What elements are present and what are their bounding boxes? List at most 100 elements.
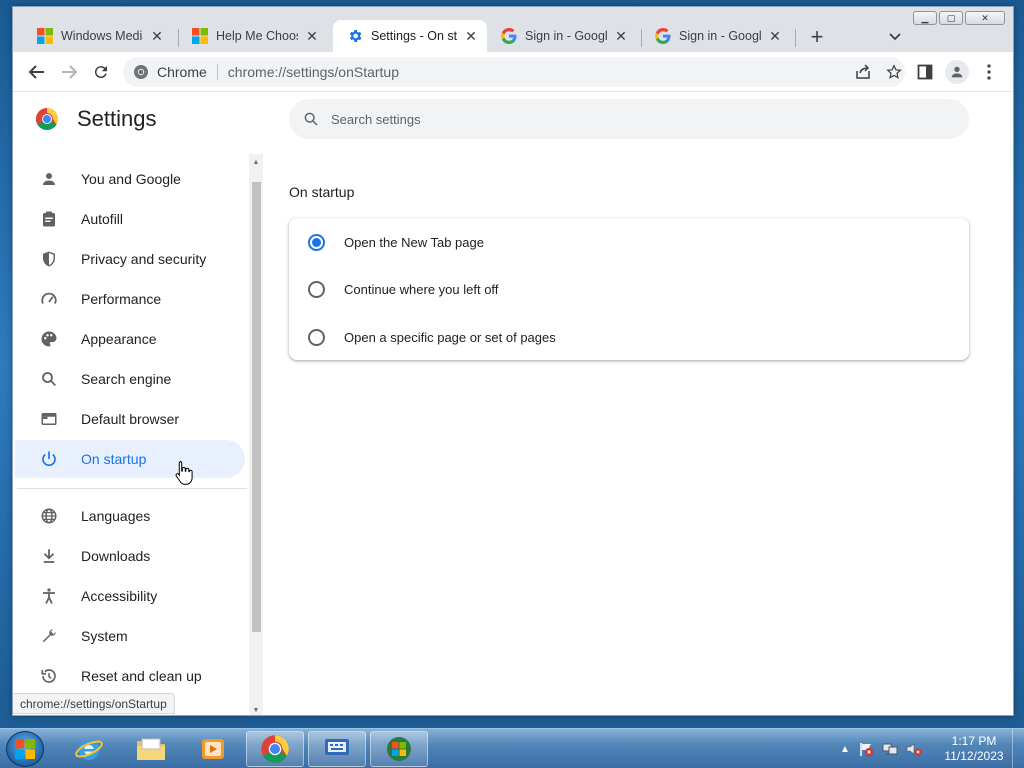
taskbar-clock[interactable]: 1:17 PM 11/12/2023 [936,734,1012,764]
sidebar-item-search-engine[interactable]: Search engine [15,360,245,398]
tab-help-me-choose[interactable]: Help Me Choose ✕ [178,20,328,52]
tab-sign-in-google-1[interactable]: Sign in - Google ✕ [487,20,637,52]
close-icon[interactable]: ✕ [304,28,320,44]
scroll-up-arrow[interactable]: ▲ [249,156,263,168]
tray-expand-icon[interactable]: ▲ [840,744,850,755]
windows-logo-icon [37,28,53,44]
sidebar-item-downloads[interactable]: Downloads [15,537,245,575]
tab-divider [795,29,796,47]
download-icon [39,546,59,566]
media-player-icon [202,739,224,759]
gear-icon [349,30,362,42]
sidebar-item-appearance[interactable]: Appearance [15,320,245,358]
sidebar-item-autofill[interactable]: Autofill [15,200,245,238]
sidebar-item-on-startup[interactable]: On startup [15,440,245,478]
share-icon [856,64,870,79]
person-icon [39,169,59,189]
page-title: Settings [77,106,157,131]
wrench-icon [39,626,59,646]
search-input[interactable] [331,111,911,127]
taskbar-windows-app[interactable] [370,731,428,767]
sidebar-item-privacy[interactable]: Privacy and security [15,240,245,278]
option-continue[interactable]: Continue where you left off [289,265,969,313]
taskbar-internet-explorer[interactable] [60,731,118,767]
sidebar-scrollbar[interactable]: ▲ ▼ [249,154,263,715]
close-window-button[interactable]: ✕ [965,11,1005,25]
keyboard-icon [325,739,349,755]
sidebar-item-label: Reset and clean up [81,668,202,684]
tab-search-button[interactable] [885,27,905,47]
taskbar-file-explorer[interactable] [122,731,180,767]
folder-icon [137,738,165,760]
chevron-down-icon [889,33,901,41]
tab-windows-media[interactable]: Windows Media ✕ [23,20,173,52]
shield-icon [39,249,59,269]
sidebar-item-label: Performance [81,291,162,307]
radio-button[interactable] [308,280,325,298]
side-panel-icon [917,64,933,80]
sidebar-item-label: Languages [81,508,151,524]
address-bar[interactable]: Chrome chrome://settings/onStartup [123,57,905,87]
sidebar-item-label: Search engine [81,371,172,387]
sidebar-item-accessibility[interactable]: Accessibility [15,577,245,615]
taskbar-on-screen-keyboard[interactable] [308,731,366,767]
sidebar-item-performance[interactable]: Performance [15,280,245,318]
startup-options-card: Open the New Tab page Continue where you… [289,218,969,360]
new-tab-button[interactable]: + [805,24,829,49]
search-box[interactable] [289,99,969,139]
sidebar-item-label: You and Google [81,171,181,187]
settings-page: Settings You and Google Autofill Privacy… [13,92,1013,715]
volume-muted-icon[interactable] [906,741,922,757]
option-specific-pages[interactable]: Open a specific page or set of pages [289,313,969,361]
bookmark-button[interactable] [885,63,903,81]
tab-title: Help Me Choose [216,29,298,43]
person-icon [951,66,963,78]
forward-button[interactable] [57,60,81,84]
taskbar-chrome[interactable] [246,731,304,767]
omnibox-divider [216,64,218,80]
side-panel-button[interactable] [913,60,937,84]
tab-settings[interactable]: Settings - On sta ✕ [333,20,487,52]
reload-button[interactable] [89,60,113,84]
sidebar-item-system[interactable]: System [15,617,245,655]
sidebar-item-label: Appearance [81,331,157,347]
close-icon[interactable]: ✕ [463,28,479,44]
close-icon[interactable]: ✕ [613,28,629,44]
menu-button[interactable] [977,60,1001,84]
share-button[interactable] [854,63,872,81]
action-center-flag-icon[interactable] [858,741,874,757]
taskbar-media-player[interactable] [184,731,242,767]
option-new-tab[interactable]: Open the New Tab page [289,218,969,266]
sidebar-item-default-browser[interactable]: Default browser [15,400,245,438]
tab-title: Settings - On sta [371,29,457,43]
sidebar-item-languages[interactable]: Languages [15,497,245,535]
radio-button[interactable] [308,328,325,346]
close-icon[interactable]: ✕ [767,28,783,44]
history-icon [39,666,59,686]
more-vertical-icon [987,64,991,80]
minimize-button[interactable]: ▁ [913,11,937,25]
status-bubble: chrome://settings/onStartup [13,693,175,714]
sidebar-item-you-and-google[interactable]: You and Google [15,160,245,198]
show-desktop-button[interactable] [1012,729,1024,768]
arrow-left-icon [28,65,44,79]
close-icon[interactable]: ✕ [149,28,165,44]
tab-sign-in-google-2[interactable]: Sign in - Google ✕ [641,20,791,52]
profile-button[interactable] [945,60,969,84]
radio-button[interactable] [308,233,325,251]
back-button[interactable] [25,60,49,84]
network-icon[interactable] [882,741,898,757]
sidebar-item-reset[interactable]: Reset and clean up [15,657,245,695]
chrome-logo-icon [261,735,289,763]
maximize-button[interactable]: ▢ [939,11,963,25]
arrow-right-icon [62,65,78,79]
tab-title: Sign in - Google [525,29,607,43]
system-tray: ▲ [840,729,922,768]
start-button[interactable] [6,731,44,767]
scroll-thumb[interactable] [252,182,261,632]
clock-time: 1:17 PM [951,734,997,748]
globe-icon [39,506,59,526]
sidebar-divider [17,488,247,489]
scroll-down-arrow[interactable]: ▼ [249,704,263,715]
palette-icon [39,329,59,349]
